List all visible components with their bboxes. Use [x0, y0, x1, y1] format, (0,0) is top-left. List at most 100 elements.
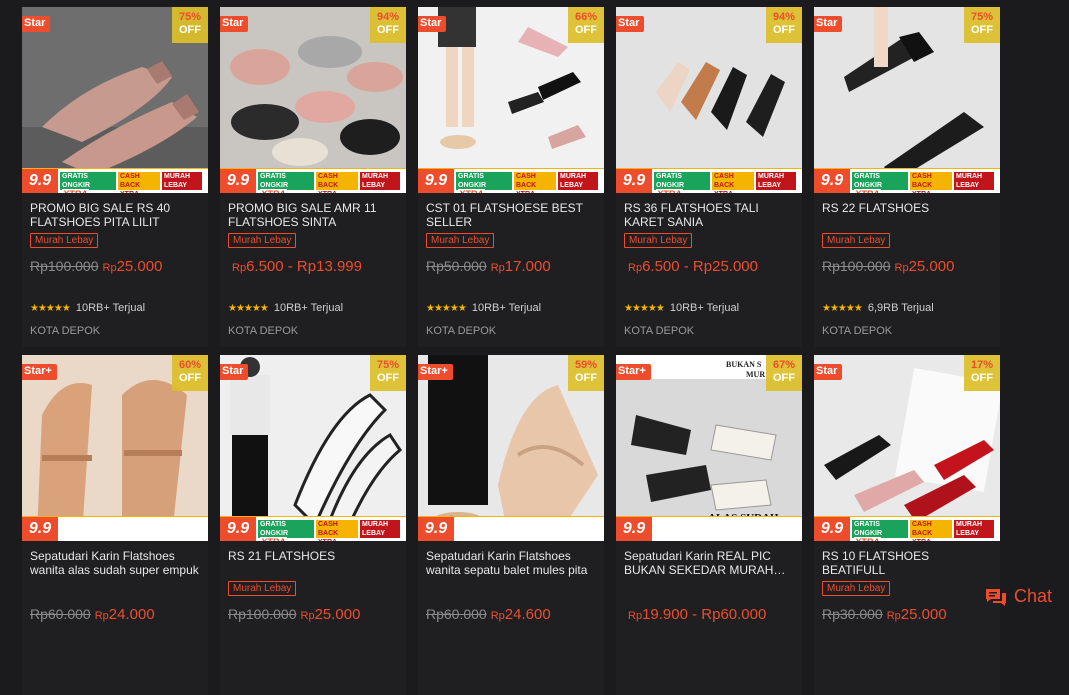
- product-title[interactable]: CST 01 FLATSHOESE BEST SELLER: [426, 201, 598, 229]
- promo-strip: 9.9 GRATIS ONGKIR XTRA CASH BACK XTRA MU…: [418, 168, 604, 193]
- product-image[interactable]: Star 66% OFF 9.9 GRATIS ONGKIR XTRA CASH…: [418, 7, 604, 193]
- murah-lebay-tag: Murah Lebay: [624, 233, 693, 248]
- product-card[interactable]: Star 75% OFF 9.9 GRATIS ONGKIR XTRA CASH…: [22, 7, 208, 347]
- promo-strip: 9.9 GRATIS ONGKIR XTRA CASH BACK XTRA MU…: [616, 168, 802, 193]
- current-price: Rp25.000: [103, 258, 163, 275]
- discount-off-label: OFF: [773, 24, 795, 36]
- product-title[interactable]: RS 10 FLATSHOES BEATIFULL: [822, 549, 994, 577]
- price-value: 25.000: [116, 258, 163, 275]
- cashback-badge: CASH BACK XTRA: [910, 520, 952, 541]
- shop-location: KOTA DEPOK: [822, 325, 893, 337]
- currency-prefix: Rp: [628, 610, 643, 622]
- free-shipping-badge: GRATIS ONGKIR XTRA: [60, 172, 116, 193]
- current-price: Rp24.600: [491, 606, 551, 623]
- murah-lebay-tag: Murah Lebay: [30, 233, 99, 248]
- product-card[interactable]: BUKAN S MUR ALAS SUDAH SUPER EMPUK Star+…: [616, 355, 802, 695]
- star-seller-badge: Star+: [22, 364, 57, 380]
- xtra-label: XTRA: [854, 537, 881, 541]
- discount-badge: 67% OFF: [766, 355, 802, 391]
- svg-text:MUR: MUR: [746, 370, 765, 379]
- product-image[interactable]: Star 17% OFF 9.9 GRATIS ONGKIR XTRA CASH…: [814, 355, 1000, 541]
- free-shipping-label: GRATIS ONGKIR: [62, 173, 90, 189]
- product-title[interactable]: PROMO BIG SALE AMR 11 FLATSHOES SINTA: [228, 201, 400, 229]
- product-image[interactable]: Star 94% OFF 9.9 GRATIS ONGKIR XTRA CASH…: [220, 7, 406, 193]
- murah-lebay-badge: MURAH LEBAY: [360, 172, 400, 190]
- discount-badge: 94% OFF: [766, 7, 802, 43]
- product-card[interactable]: Star 94% OFF 9.9 GRATIS ONGKIR XTRA CASH…: [616, 7, 802, 347]
- product-card[interactable]: Star+ 59% OFF 9.9 Sepatudari Karin Flats…: [418, 355, 604, 695]
- discount-percent: 60%: [178, 359, 202, 371]
- price-row: Rp100.000 Rp25.000: [228, 606, 360, 624]
- price-value: 6.500 - Rp13.999: [246, 258, 362, 275]
- price-value: 6.500 - Rp25.000: [642, 258, 758, 275]
- star-seller-badge: Star: [418, 16, 447, 32]
- free-shipping-badge: GRATIS ONGKIR XTRA: [456, 172, 512, 193]
- promo-strip: 9.9 GRATIS ONGKIR XTRA CASH BACK XTRA MU…: [220, 168, 406, 193]
- discount-percent: 67%: [772, 359, 796, 371]
- product-image[interactable]: Star+ 60% OFF 9.9: [22, 355, 208, 541]
- product-image[interactable]: Star 75% OFF 9.9 GRATIS ONGKIR XTRA CASH…: [220, 355, 406, 541]
- free-shipping-badge: GRATIS ONGKIR XTRA: [852, 520, 908, 541]
- price-row: Rp30.000 Rp25.000: [822, 606, 947, 624]
- product-title[interactable]: Sepatudari Karin Flatshoes wanita alas s…: [30, 549, 202, 577]
- product-title[interactable]: Sepatudari Karin REAL PIC BUKAN SEKEDAR …: [624, 549, 796, 577]
- product-card[interactable]: Star+ 60% OFF 9.9 Sepatudari Karin Flats…: [22, 355, 208, 695]
- xtra-label: XTRA: [62, 189, 89, 193]
- discount-badge: 94% OFF: [370, 7, 406, 43]
- rating-row: ★★★★★ 10RB+ Terjual: [30, 298, 145, 316]
- star-seller-badge: Star: [220, 16, 249, 32]
- currency-prefix: Rp: [102, 262, 117, 274]
- product-title[interactable]: Sepatudari Karin Flatshoes wanita sepatu…: [426, 549, 598, 577]
- product-card[interactable]: Star 75% OFF 9.9 GRATIS ONGKIR XTRA CASH…: [814, 7, 1000, 347]
- discount-badge: 66% OFF: [568, 7, 604, 43]
- product-title[interactable]: RS 21 FLATSHOES: [228, 549, 400, 563]
- star-seller-badge: Star: [814, 364, 843, 380]
- product-image[interactable]: BUKAN S MUR ALAS SUDAH SUPER EMPUK Star+…: [616, 355, 802, 541]
- discount-off-label: OFF: [971, 372, 993, 384]
- murah-lebay-badge: MURAH LEBAY: [558, 172, 598, 190]
- rating-stars-icon: ★★★★★: [426, 303, 467, 314]
- product-image[interactable]: Star 75% OFF 9.9 GRATIS ONGKIR XTRA CASH…: [22, 7, 208, 193]
- price-value: 25.000: [900, 606, 947, 623]
- rating-stars-icon: ★★★★★: [822, 303, 863, 314]
- product-card[interactable]: Star 75% OFF 9.9 GRATIS ONGKIR XTRA CASH…: [220, 355, 406, 695]
- promo-99-label: 9.9: [814, 517, 850, 541]
- xtra-label: XTRA: [656, 189, 683, 193]
- free-shipping-label: GRATIS ONGKIR: [656, 173, 684, 189]
- product-title[interactable]: RS 22 FLATSHOES: [822, 201, 994, 215]
- discount-percent: 94%: [376, 11, 400, 23]
- product-card[interactable]: Star 66% OFF 9.9 GRATIS ONGKIR XTRA CASH…: [418, 7, 604, 347]
- product-card[interactable]: Star 17% OFF 9.9 GRATIS ONGKIR XTRA CASH…: [814, 355, 1000, 695]
- free-shipping-label: GRATIS ONGKIR: [260, 521, 288, 537]
- price-row: Rp60.000 Rp24.600: [426, 606, 551, 624]
- xtra-label: XTRA: [854, 189, 881, 193]
- discount-badge: 75% OFF: [964, 7, 1000, 43]
- murah-lebay-badge: MURAH LEBAY: [756, 172, 796, 190]
- price-row: Rp50.000 Rp17.000: [426, 258, 551, 276]
- product-title[interactable]: PROMO BIG SALE RS 40 FLATSHOES PITA LILI…: [30, 201, 202, 229]
- chat-button[interactable]: Chat: [984, 586, 1052, 607]
- murah-lebay-tag: Murah Lebay: [228, 233, 297, 248]
- promo-99-label: 9.9: [220, 517, 256, 541]
- price-row: Rp60.000 Rp24.000: [30, 606, 155, 624]
- murah-lebay-badge: MURAH LEBAY: [954, 172, 994, 190]
- discount-off-label: OFF: [377, 24, 399, 36]
- murah-lebay-tag: Murah Lebay: [228, 581, 297, 596]
- product-title[interactable]: RS 36 FLATSHOES TALI KARET SANIA: [624, 201, 796, 229]
- sold-count: 10RB+ Terjual: [669, 302, 740, 314]
- promo-99-label: 9.9: [22, 169, 58, 193]
- sold-count: 10RB+ Terjual: [471, 302, 542, 314]
- price-row: Rp6.500 - Rp13.999: [228, 258, 362, 276]
- product-image[interactable]: Star 75% OFF 9.9 GRATIS ONGKIR XTRA CASH…: [814, 7, 1000, 193]
- product-card[interactable]: Star 94% OFF 9.9 GRATIS ONGKIR XTRA CASH…: [220, 7, 406, 347]
- rating-row: ★★★★★ 10RB+ Terjual: [624, 298, 739, 316]
- product-image[interactable]: Star+ 59% OFF 9.9: [418, 355, 604, 541]
- current-price: Rp17.000: [491, 258, 551, 275]
- cashback-badge: CASH BACK XTRA: [316, 172, 358, 193]
- current-price: Rp6.500 - Rp25.000: [628, 258, 758, 275]
- discount-off-label: OFF: [575, 24, 597, 36]
- star-seller-badge: Star+: [616, 364, 651, 380]
- discount-percent: 94%: [772, 11, 796, 23]
- product-image[interactable]: Star 94% OFF 9.9 GRATIS ONGKIR XTRA CASH…: [616, 7, 802, 193]
- price-value: 17.000: [504, 258, 551, 275]
